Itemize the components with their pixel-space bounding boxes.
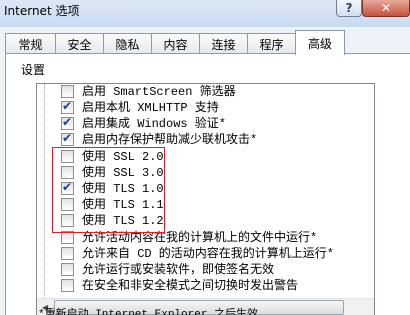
setting-row[interactable]: 允许来自 CD 的活动内容在我的计算机上运行* — [37, 246, 374, 262]
setting-row[interactable]: 允许运行或安装软件，即使签名无效 — [37, 262, 374, 278]
help-button[interactable]: ? — [336, 0, 362, 17]
setting-label: 启用集成 Windows 验证* — [82, 117, 227, 131]
setting-label: 允许来自 CD 的活动内容在我的计算机上运行* — [82, 247, 335, 261]
restart-note: *重新启动 Internet Explorer 之后生效 — [38, 309, 259, 315]
tab-programs[interactable]: 程序 — [247, 33, 296, 54]
setting-label: 启用 SmartScreen 筛选器 — [82, 85, 236, 99]
checkbox[interactable] — [61, 279, 74, 292]
setting-row[interactable]: 启用内存保护帮助减少联机攻击* — [37, 131, 374, 148]
setting-label: 启用内存保护帮助减少联机攻击* — [82, 133, 258, 147]
checkbox[interactable] — [61, 131, 74, 146]
tab-general[interactable]: 常规 — [5, 33, 56, 54]
setting-label: 启用本机 XMLHTTP 支持 — [82, 101, 219, 115]
setting-row[interactable]: 启用集成 Windows 验证* — [37, 115, 374, 132]
close-button[interactable]: ✕ — [362, 0, 410, 17]
help-icon: ? — [345, 1, 353, 15]
tab-connections[interactable]: 连接 — [199, 33, 248, 54]
setting-row[interactable]: 启用本机 XMLHTTP 支持 — [37, 99, 374, 116]
title-bar: Internet 选项 ? ✕ — [0, 0, 410, 27]
ssl-tls-highlight-box — [52, 147, 165, 233]
checkbox[interactable] — [61, 115, 74, 130]
setting-label: 允许运行或安装软件，即使签名无效 — [82, 263, 275, 277]
settings-group-label: 设置 — [21, 63, 46, 77]
window-title: Internet 选项 — [4, 4, 80, 18]
setting-label: 在安全和非安全模式之间切换时发出警告 — [82, 279, 299, 293]
tab-security[interactable]: 安全 — [55, 33, 104, 54]
setting-row[interactable]: 启用 SmartScreen 筛选器 — [37, 84, 374, 100]
checkbox[interactable] — [61, 99, 74, 114]
setting-row[interactable]: 在安全和非安全模式之间切换时发出警告 — [37, 278, 374, 294]
tab-privacy[interactable]: 隐私 — [103, 33, 152, 54]
tab-advanced[interactable]: 高级 — [295, 30, 345, 55]
checkbox[interactable] — [61, 85, 74, 98]
tab-strip: 常规 安全 隐私 内容 连接 程序 高级 — [0, 27, 410, 55]
checkbox[interactable] — [61, 263, 74, 276]
checkbox[interactable] — [61, 247, 74, 260]
tab-content[interactable]: 内容 — [151, 33, 200, 54]
close-icon: ✕ — [380, 1, 392, 15]
